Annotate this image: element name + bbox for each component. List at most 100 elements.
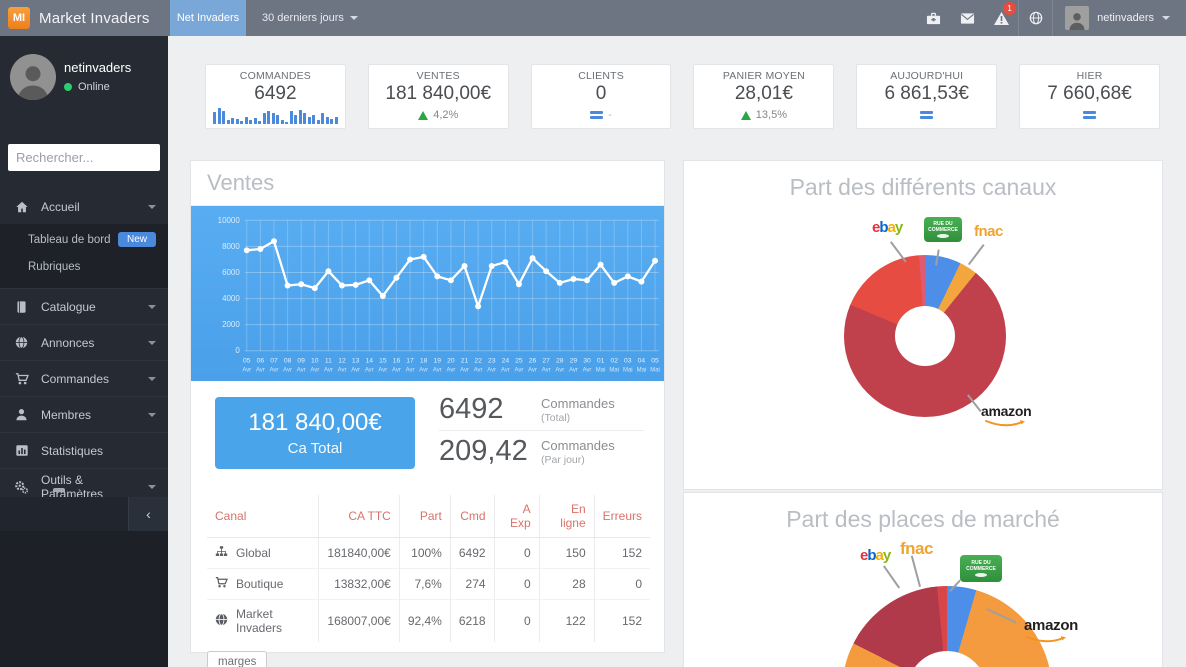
app-logo-icon: MI <box>8 7 30 29</box>
accueil-submenu: Tableau de bord New Rubriques <box>0 224 168 288</box>
sidebar-item-catalogue[interactable]: Catalogue <box>0 288 168 324</box>
trend-up-icon <box>418 111 428 120</box>
briefcase-button[interactable] <box>916 0 950 36</box>
marche-panel: Part des places de marché ebay fnac RUE … <box>683 492 1163 667</box>
amazon-label: amazon <box>1024 617 1078 644</box>
sidebar-item-statistiques[interactable]: Statistiques <box>0 432 168 468</box>
svg-text:Avr: Avr <box>392 368 401 374</box>
sidebar-item-commandes[interactable]: Commandes <box>0 360 168 396</box>
svg-text:Avr: Avr <box>542 368 551 374</box>
sidebar: netinvaders Online Accueil Tableau de bo… <box>0 36 168 667</box>
user-name: netinvaders <box>1097 12 1154 24</box>
svg-text:Mai: Mai <box>623 368 633 374</box>
svg-text:Avr: Avr <box>474 368 483 374</box>
brand[interactable]: MI Market Invaders <box>0 0 170 36</box>
ventes-summary: 181 840,00€ Ca Total 6492 Commandes (Tot… <box>191 381 664 491</box>
marges-button[interactable]: marges <box>207 651 267 667</box>
svg-text:Avr: Avr <box>419 368 428 374</box>
sidebar-item-rubriques[interactable]: Rubriques <box>0 253 168 280</box>
svg-text:14: 14 <box>365 358 373 365</box>
svg-text:23: 23 <box>488 358 496 365</box>
globe-icon <box>1029 11 1043 25</box>
chevron-down-icon <box>1162 16 1170 20</box>
canaux-title: Part des différents canaux <box>684 161 1162 201</box>
chevron-down-icon <box>148 305 156 309</box>
rdc-oval-icon <box>937 234 949 238</box>
card-hier: HIER 7 660,68€ <box>1019 64 1160 129</box>
svg-text:Avr: Avr <box>242 368 251 374</box>
top-navbar: MI Market Invaders Net Invaders 30 derni… <box>0 0 1186 36</box>
marche-title: Part des places de marché <box>684 493 1162 533</box>
sidebar-menu: Accueil Tableau de bord New Rubriques Ca… <box>0 190 168 504</box>
sidebar-item-tableau-de-bord[interactable]: Tableau de bord New <box>0 226 168 253</box>
svg-text:05: 05 <box>243 358 251 365</box>
leader-line <box>911 556 921 587</box>
envelope-icon <box>960 12 975 25</box>
svg-text:Avr: Avr <box>351 368 360 374</box>
messages-button[interactable] <box>950 0 984 36</box>
card-clients: CLIENTS 0 - <box>531 64 672 129</box>
sidebar-item-annonces[interactable]: Annonces <box>0 324 168 360</box>
alert-count-badge: 1 <box>1003 2 1016 15</box>
sitemap-icon <box>215 545 228 561</box>
rue-du-commerce-logo: RUE DU COMMERCE <box>924 217 962 242</box>
svg-text:17: 17 <box>406 358 414 365</box>
sidebar-avatar[interactable] <box>10 54 56 100</box>
trend-up-icon <box>741 111 751 120</box>
svg-text:10: 10 <box>311 358 319 365</box>
svg-text:16: 16 <box>393 358 401 365</box>
svg-text:Avr: Avr <box>270 368 279 374</box>
alerts-button[interactable]: 1 <box>984 0 1018 36</box>
sidebar-user-panel: netinvaders Online <box>0 36 168 118</box>
home-icon <box>14 200 29 214</box>
sidebar-item-accueil[interactable]: Accueil <box>0 190 168 224</box>
rdc-oval-icon <box>975 573 987 577</box>
donut-hole <box>907 651 987 667</box>
globe-icon <box>14 336 29 349</box>
svg-text:03: 03 <box>624 358 632 365</box>
sidebar-item-membres[interactable]: Membres <box>0 396 168 432</box>
orders-total-row: 6492 Commandes (Total) <box>439 389 644 430</box>
svg-text:01: 01 <box>597 358 605 365</box>
svg-text:09: 09 <box>297 358 305 365</box>
canal-table: Canal CA TTC Part Cmd A Exp En ligne Err… <box>207 495 650 642</box>
user-menu[interactable]: netinvaders <box>1052 0 1186 36</box>
ca-total-box: 181 840,00€ Ca Total <box>215 397 415 469</box>
period-dropdown[interactable]: 30 derniers jours <box>246 0 374 36</box>
marche-donut-chart <box>842 586 1052 667</box>
online-status-label: Online <box>78 81 110 93</box>
brand-name: Market Invaders <box>39 10 150 27</box>
svg-text:Mai: Mai <box>596 368 606 374</box>
svg-text:0: 0 <box>235 346 240 355</box>
bar-chart-icon <box>14 444 29 457</box>
svg-text:Avr: Avr <box>324 368 333 374</box>
svg-text:26: 26 <box>529 358 537 365</box>
new-badge: New <box>118 232 156 247</box>
svg-text:Avr: Avr <box>378 368 387 374</box>
svg-text:13: 13 <box>352 358 360 365</box>
tab-net-invaders[interactable]: Net Invaders <box>170 0 246 36</box>
svg-text:Avr: Avr <box>446 368 455 374</box>
svg-text:Avr: Avr <box>338 368 347 374</box>
ventes-panel: Ventes 020004000600080001000005Avr06Avr0… <box>190 160 665 653</box>
svg-text:Avr: Avr <box>501 368 510 374</box>
svg-text:Avr: Avr <box>528 368 537 374</box>
amazon-smile-icon <box>1024 635 1070 644</box>
svg-text:08: 08 <box>284 358 292 365</box>
table-row-market-invaders: Market Invaders 168007,00€ 92,4% 6218 0 … <box>207 600 650 643</box>
fnac-label: fnac <box>974 223 1003 241</box>
svg-text:29: 29 <box>570 358 578 365</box>
chevron-down-icon <box>148 377 156 381</box>
search-input[interactable] <box>8 144 160 171</box>
svg-text:Avr: Avr <box>365 368 374 374</box>
amazon-label: amazon <box>981 403 1031 428</box>
amazon-smile-icon <box>984 419 1028 428</box>
svg-text:02: 02 <box>610 358 618 365</box>
language-button[interactable] <box>1018 0 1052 36</box>
ebay-label: ebay <box>860 547 890 565</box>
globe-icon <box>215 613 228 629</box>
svg-text:27: 27 <box>542 358 550 365</box>
sidebar-collapse-button[interactable]: ‹ <box>128 497 168 531</box>
svg-text:Avr: Avr <box>297 368 306 374</box>
svg-text:Avr: Avr <box>406 368 415 374</box>
